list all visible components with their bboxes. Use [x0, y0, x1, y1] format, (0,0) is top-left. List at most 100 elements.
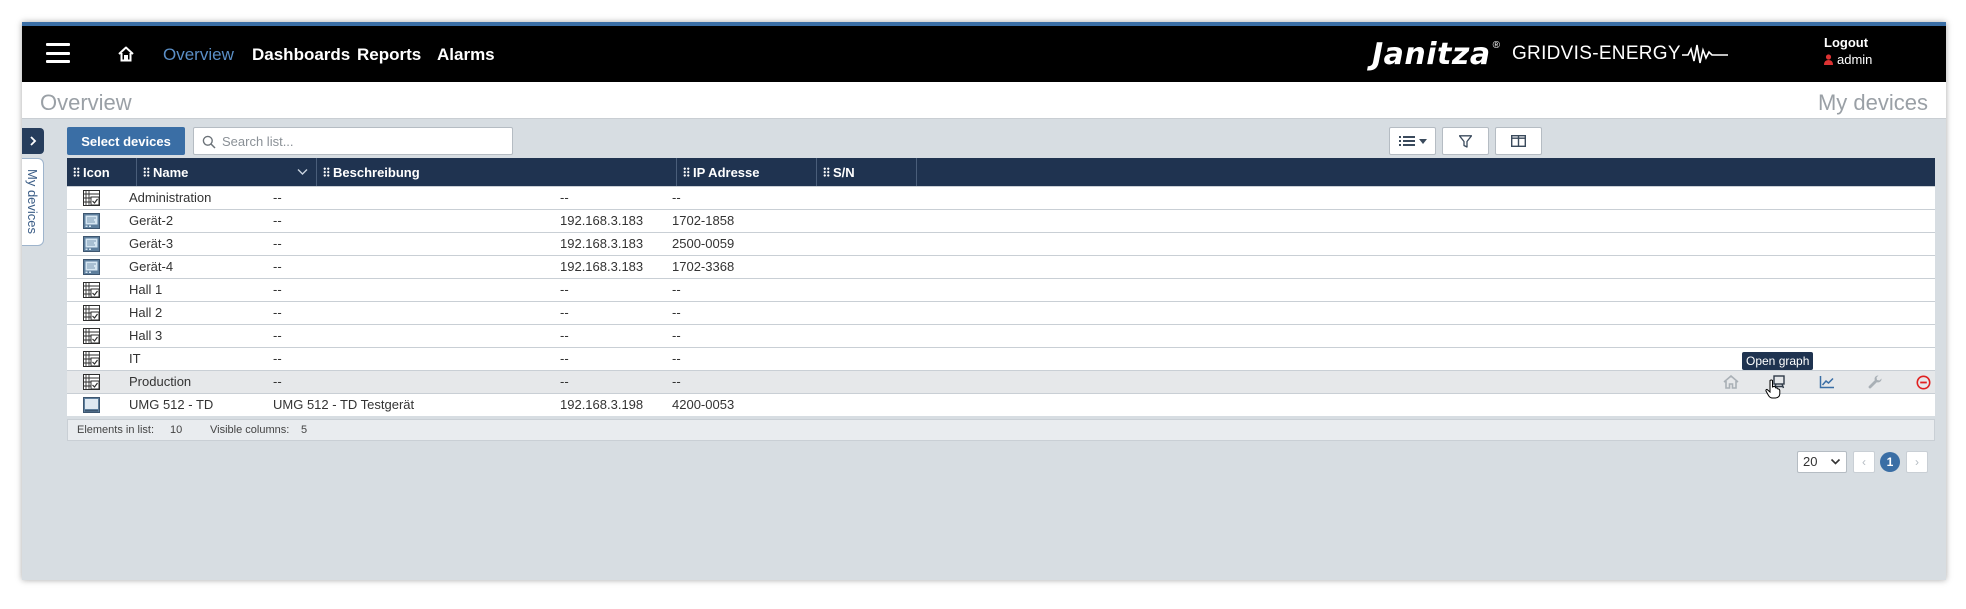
cell-name: Hall 2: [129, 305, 163, 320]
open-graph-icon[interactable]: [1803, 373, 1851, 391]
meter-device-icon: [83, 259, 100, 275]
search-icon: [202, 135, 216, 149]
hand-cursor-icon: [1765, 379, 1781, 399]
elements-count-value: 10: [170, 424, 183, 436]
cell-sn: 1702-3368: [672, 259, 735, 274]
column-header-icon[interactable]: Icon: [67, 158, 137, 186]
cell-sn: --: [672, 190, 681, 205]
cell-sn: --: [672, 282, 681, 297]
cell-name: Gerät-2: [129, 213, 174, 228]
nav-alarms[interactable]: Alarms: [437, 45, 495, 65]
cell-name: UMG 512 - TD: [129, 397, 214, 412]
table-row[interactable]: Production -- -- --: [67, 370, 1935, 393]
caret-down-icon: [1418, 138, 1427, 144]
cell-description: --: [273, 374, 282, 389]
column-header-sn[interactable]: S/N: [817, 158, 917, 186]
next-page-button[interactable]: ›: [1906, 451, 1928, 473]
brand-product: GRIDVIS-ENERGY: [1511, 43, 1681, 64]
cell-ip: --: [560, 351, 569, 366]
cell-sn: 2500-0059: [672, 236, 735, 251]
table-row[interactable]: IT -- -- --: [67, 347, 1935, 370]
cell-ip: 192.168.3.198: [560, 397, 644, 412]
table-row[interactable]: Administration -- -- --: [67, 186, 1935, 209]
cell-description: --: [273, 190, 282, 205]
drag-handle-icon[interactable]: [823, 167, 830, 177]
remove-icon[interactable]: [1899, 373, 1946, 391]
table-body: Administration -- -- -- Gerät-2 -- 192.168.3.1…: [67, 186, 1935, 416]
elements-count-label: Elements in list:: [77, 424, 155, 436]
user-name: admin: [1837, 52, 1873, 67]
table-row[interactable]: Gerät-3 -- 192.168.3.183 2500-0059: [67, 232, 1935, 255]
nav-reports[interactable]: Reports: [357, 45, 421, 65]
page-size-select[interactable]: 20: [1797, 451, 1847, 473]
cell-ip: --: [560, 328, 569, 343]
table-row[interactable]: Hall 1 -- -- --: [67, 278, 1935, 301]
drag-handle-icon[interactable]: [683, 167, 690, 177]
chevron-right-icon: [30, 136, 37, 146]
sidebar-expand-button[interactable]: [22, 128, 44, 154]
column-header-ip[interactable]: IP Adresse: [677, 158, 817, 186]
page-subtitle: My devices: [1817, 90, 1928, 115]
nav-overview[interactable]: Overview: [163, 45, 234, 65]
meter-device-icon: [83, 236, 100, 252]
cell-sn: 1702-1858: [672, 213, 735, 228]
filter-icon: [1459, 134, 1472, 148]
chevron-down-icon[interactable]: [297, 166, 308, 177]
meter-device-icon: [83, 213, 100, 229]
search-input[interactable]: [222, 132, 502, 150]
cell-name: IT: [129, 351, 141, 366]
columns-button[interactable]: [1495, 127, 1542, 155]
cell-description: --: [273, 351, 282, 366]
table-footer: Elements in list: 10 Visible columns: 5: [67, 419, 1935, 441]
cell-sn: 4200-0053: [672, 397, 735, 412]
select-devices-button[interactable]: Select devices: [67, 127, 185, 155]
cell-name: Gerät-3: [129, 236, 174, 251]
column-header-description[interactable]: Beschreibung: [317, 158, 677, 186]
energy-wave-icon: [1681, 44, 1728, 64]
list-view-button[interactable]: [1389, 127, 1436, 155]
nav-dashboards[interactable]: Dashboards: [252, 45, 350, 65]
cell-name: Hall 1: [129, 282, 163, 297]
drag-handle-icon[interactable]: [73, 167, 80, 177]
cell-sn: --: [672, 374, 681, 389]
table-row[interactable]: Gerät-2 -- 192.168.3.183 1702-1858: [67, 209, 1935, 232]
brand-name: Janitza: [1372, 36, 1491, 72]
table-row[interactable]: Hall 2 -- -- --: [67, 301, 1935, 324]
cell-description: --: [273, 305, 282, 320]
visible-columns-label: Visible columns:: [210, 424, 290, 436]
table-row[interactable]: Hall 3 -- -- --: [67, 324, 1935, 347]
cell-description: --: [273, 213, 282, 228]
menu-icon[interactable]: [46, 43, 70, 63]
table-row[interactable]: Gerät-4 -- 192.168.3.183 1702-3368: [67, 255, 1935, 278]
list-icon: [1398, 136, 1415, 146]
cell-ip: 192.168.3.183: [560, 236, 644, 251]
page-1-button[interactable]: 1: [1880, 452, 1900, 472]
display-device-icon: [83, 397, 100, 413]
brand-logo: Janitza ® GRIDVIS-ENERGY: [1372, 36, 1728, 72]
cell-ip: --: [560, 282, 569, 297]
app-window: Overview Dashboards Reports Alarms Janit…: [22, 22, 1946, 580]
filter-button[interactable]: [1442, 127, 1489, 155]
table-row[interactable]: UMG 512 - TD UMG 512 - TD Testgerät 192.16…: [67, 393, 1935, 416]
drag-handle-icon[interactable]: [323, 167, 330, 177]
wrench-icon[interactable]: [1851, 373, 1899, 391]
cell-ip: --: [560, 305, 569, 320]
previous-page-button[interactable]: ‹: [1853, 451, 1875, 473]
cell-sn: --: [672, 305, 681, 320]
cell-sn: --: [672, 328, 681, 343]
devices-table: Icon Name Beschreibung IP Adresse S/N Ad…: [67, 158, 1935, 416]
home-icon[interactable]: [116, 44, 136, 64]
cell-description: --: [273, 259, 282, 274]
group-device-icon: [83, 351, 100, 367]
brand-registered-mark: ®: [1492, 40, 1500, 51]
home-icon[interactable]: [1707, 373, 1755, 391]
sidebar-tab-my-devices[interactable]: My devices: [22, 158, 44, 246]
logout-link[interactable]: Logout: [1824, 35, 1868, 50]
cell-description: --: [273, 236, 282, 251]
group-device-icon: [83, 305, 100, 321]
group-device-icon: [83, 190, 100, 206]
group-device-icon: [83, 374, 100, 390]
drag-handle-icon[interactable]: [143, 167, 150, 177]
search-box[interactable]: [193, 127, 513, 155]
column-header-name[interactable]: Name: [137, 158, 317, 186]
